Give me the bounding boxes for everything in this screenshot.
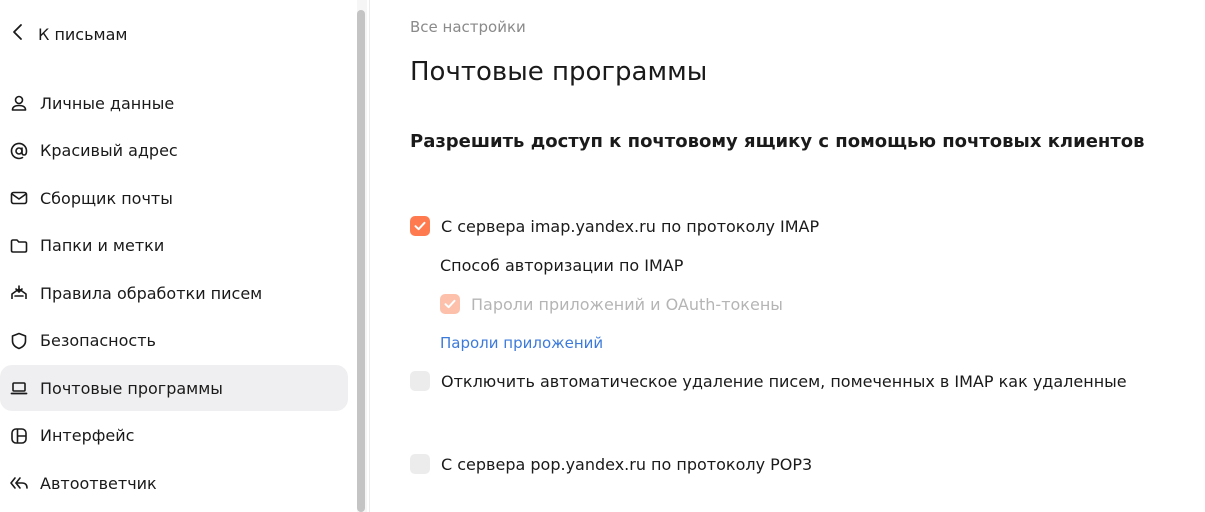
back-to-mail-label: К письмам: [38, 24, 128, 44]
shield-icon: [9, 331, 29, 351]
disable-autodelete-checkbox[interactable]: [410, 371, 430, 391]
laptop-icon: [9, 378, 29, 398]
imap-label: С сервера imap.yandex.ru по протоколу IM…: [441, 216, 820, 236]
person-icon: [9, 93, 29, 113]
settings-sidebar: К письмам Личные данные Красивый адрес С…: [0, 0, 370, 512]
sidebar-item-interface[interactable]: Интерфейс: [0, 413, 348, 459]
sidebar-item-mail-clients[interactable]: Почтовые программы: [0, 365, 348, 411]
sidebar-item-label: Безопасность: [40, 331, 156, 350]
sidebar-item-label: Автоответчик: [40, 473, 157, 493]
sidebar-item-security[interactable]: Безопасность: [0, 318, 348, 364]
disable-autodelete-option[interactable]: Отключить автоматическое удаление писем,…: [410, 371, 1127, 391]
disable-autodelete-label: Отключить автоматическое удаление писем,…: [441, 371, 1127, 391]
pop3-option[interactable]: С сервера pop.yandex.ru по протоколу POP…: [410, 454, 812, 474]
rules-icon: [9, 283, 29, 303]
imap-checkbox[interactable]: [410, 216, 430, 236]
section-title: Разрешить доступ к почтовому ящику с пом…: [410, 131, 1145, 152]
auth-method-label: Способ авторизации по IMAP: [440, 256, 684, 275]
app-passwords-link[interactable]: Пароли приложений: [440, 334, 603, 352]
pop3-label: С сервера pop.yandex.ru по протоколу POP…: [441, 454, 813, 474]
settings-content: Все настройки Почтовые программы Разреши…: [410, 0, 1205, 512]
sidebar-item-folders-labels[interactable]: Папки и метки: [0, 223, 348, 269]
sidebar-item-mail-collector[interactable]: Сборщик почты: [0, 175, 348, 221]
sidebar-item-label: Красивый адрес: [40, 141, 178, 160]
folder-icon: [9, 236, 29, 256]
sidebar-scrollbar-thumb[interactable]: [357, 10, 365, 512]
sidebar-item-custom-address[interactable]: Красивый адрес: [0, 128, 348, 174]
sidebar-item-label: Интерфейс: [40, 426, 135, 445]
at-sign-icon: [9, 141, 29, 161]
sidebar-item-label: Личные данные: [40, 93, 175, 113]
checkmark-icon: [414, 221, 426, 231]
sidebar-item-autoresponder[interactable]: Автоответчик: [0, 460, 348, 506]
sidebar-item-mail-rules[interactable]: Правила обработки писем: [0, 270, 348, 316]
checkmark-icon: [444, 299, 456, 309]
layout-icon: [9, 426, 29, 446]
app-passwords-label: Пароли приложений и OAuth-токены: [471, 294, 783, 314]
reply-all-icon: [9, 473, 29, 493]
app-passwords-option: Пароли приложений и OAuth-токены: [440, 294, 783, 314]
sidebar-item-label: Почтовые программы: [40, 378, 223, 398]
page-title: Почтовые программы: [410, 57, 708, 87]
settings-nav: Личные данные Красивый адрес Сборщик поч…: [0, 80, 350, 508]
pop3-checkbox[interactable]: [410, 454, 430, 474]
sidebar-item-label: Папки и метки: [40, 236, 165, 255]
app-passwords-checkbox: [440, 294, 460, 314]
chevron-left-icon: [10, 22, 26, 46]
breadcrumb-all-settings[interactable]: Все настройки: [410, 18, 526, 36]
imap-option[interactable]: С сервера imap.yandex.ru по протоколу IM…: [410, 216, 819, 236]
back-to-mail-link[interactable]: К письмам: [10, 20, 127, 48]
sidebar-item-label: Сборщик почты: [40, 188, 173, 208]
sidebar-item-personal-data[interactable]: Личные данные: [0, 80, 348, 126]
sidebar-item-label: Правила обработки писем: [40, 283, 263, 303]
envelope-icon: [9, 188, 29, 208]
